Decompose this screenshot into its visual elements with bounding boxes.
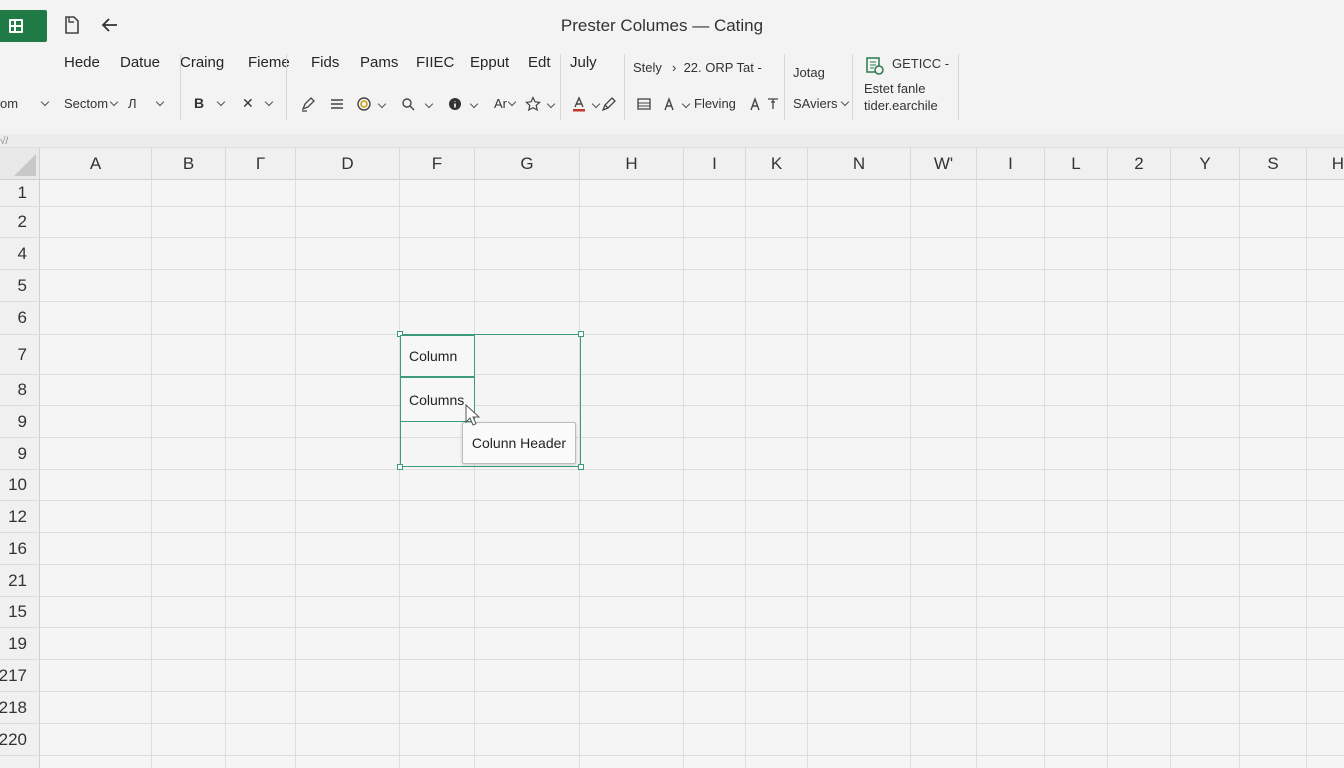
cell-f8[interactable]: Columns	[400, 377, 475, 422]
selection-handle[interactable]	[578, 464, 584, 470]
mouse-pointer-icon	[465, 403, 481, 426]
row-header[interactable]: 9	[0, 438, 40, 470]
select-all-corner[interactable]	[0, 148, 40, 180]
ribbon-separator	[852, 54, 853, 120]
column-header-c[interactable]: Г	[226, 148, 296, 180]
cell-f7[interactable]: Column	[400, 335, 475, 377]
column-header-l[interactable]: L	[1045, 148, 1108, 180]
row-header[interactable]: 217	[0, 660, 40, 692]
column-header-f[interactable]: F	[400, 148, 475, 180]
fill-button[interactable]: Fleving	[694, 96, 736, 111]
column-header-y[interactable]: Y	[1171, 148, 1240, 180]
row-header[interactable]: 19	[0, 628, 40, 660]
jotag-label: Jotag	[793, 65, 825, 80]
bold-button[interactable]: B	[194, 95, 226, 111]
ribbon-separator	[286, 54, 287, 120]
row-header[interactable]: 12	[0, 501, 40, 533]
column-header-b[interactable]: B	[152, 148, 226, 180]
row-header[interactable]: 4	[0, 238, 40, 270]
highlighter-icon[interactable]	[300, 96, 316, 112]
right-group-line2: tider.earchile	[864, 98, 938, 113]
title-bar: Prester Columes — Cating	[0, 0, 1344, 50]
row-header[interactable]: 21	[0, 565, 40, 597]
row-header[interactable]: 220	[0, 724, 40, 756]
refresh-data-icon[interactable]	[865, 56, 885, 76]
font-color-icon[interactable]	[571, 96, 587, 112]
font-size-dropdown[interactable]: Л	[128, 96, 164, 111]
smiley-icon[interactable]	[356, 96, 372, 112]
row-header[interactable]: 5	[0, 270, 40, 302]
ribbon-divider	[0, 134, 1344, 148]
selection-handle[interactable]	[578, 331, 584, 337]
ribbon-collapse-mark[interactable]: √/	[0, 136, 8, 147]
column-header-k[interactable]: K	[746, 148, 808, 180]
clear-format-icon[interactable]	[747, 96, 763, 112]
spreadsheet-grid[interactable]: A B Г D F G H I K N W' I L 2 Y S H 1 2 4…	[0, 148, 1344, 768]
column-header-i[interactable]: I	[684, 148, 746, 180]
ribbon-separator	[624, 54, 625, 120]
column-header-g[interactable]: G	[475, 148, 580, 180]
align-lines-icon[interactable]	[329, 96, 345, 112]
row-header[interactable]: 16	[0, 533, 40, 565]
selection-handle[interactable]	[397, 464, 403, 470]
sort-filter-icon[interactable]	[765, 96, 781, 112]
font-name-dropdown[interactable]: om	[0, 96, 50, 111]
row-header[interactable]: 15	[0, 597, 40, 628]
column-header-n[interactable]: N	[808, 148, 911, 180]
ribbon-separator	[958, 54, 959, 120]
text-size-button[interactable]: Ar	[494, 96, 517, 111]
star-icon[interactable]	[525, 96, 541, 112]
group-style-dropdown[interactable]: › 22. ORP Tat ‑	[672, 60, 762, 75]
table-format-icon[interactable]	[636, 96, 652, 112]
row-header[interactable]: 8	[0, 375, 40, 406]
filter-search-icon[interactable]	[400, 96, 416, 112]
column-header-h2[interactable]: H	[1307, 148, 1344, 180]
row-header[interactable]: 9	[0, 406, 40, 438]
ribbon-separator	[784, 54, 785, 120]
row-header[interactable]: 1	[0, 180, 40, 207]
column-header-i2[interactable]: I	[977, 148, 1045, 180]
strikethrough-button[interactable]: ✕	[242, 95, 273, 112]
conditional-format-icon[interactable]	[661, 96, 677, 112]
column-header-2[interactable]: 2	[1108, 148, 1171, 180]
brush-icon[interactable]	[601, 96, 617, 112]
column-header-s[interactable]: S	[1240, 148, 1307, 180]
tooltip: Colunn Header	[462, 422, 576, 464]
row-header[interactable]: 6	[0, 302, 40, 335]
column-header-d[interactable]: D	[296, 148, 400, 180]
window-title: Prester Columes — Cating	[560, 16, 764, 35]
row-header[interactable]: 218	[0, 692, 40, 724]
column-header-h[interactable]: H	[580, 148, 684, 180]
style-dropdown[interactable]: Sectom	[64, 96, 119, 111]
row-header[interactable]: 10	[0, 470, 40, 501]
geticc-dropdown[interactable]: GETICC ‑	[892, 56, 949, 71]
ribbon-separator	[560, 54, 561, 120]
info-icon[interactable]	[447, 96, 463, 112]
row-header[interactable]: 7	[0, 335, 40, 375]
row-header-partial[interactable]	[0, 756, 40, 768]
group-style-label: Stely	[633, 60, 662, 75]
column-header-w[interactable]: W'	[911, 148, 977, 180]
ribbon-separator	[180, 54, 181, 120]
right-group-line1: Estet fanle	[864, 81, 926, 96]
savers-dropdown[interactable]: SAviers	[793, 96, 849, 111]
column-header-a[interactable]: A	[40, 148, 152, 180]
row-header[interactable]: 2	[0, 207, 40, 238]
